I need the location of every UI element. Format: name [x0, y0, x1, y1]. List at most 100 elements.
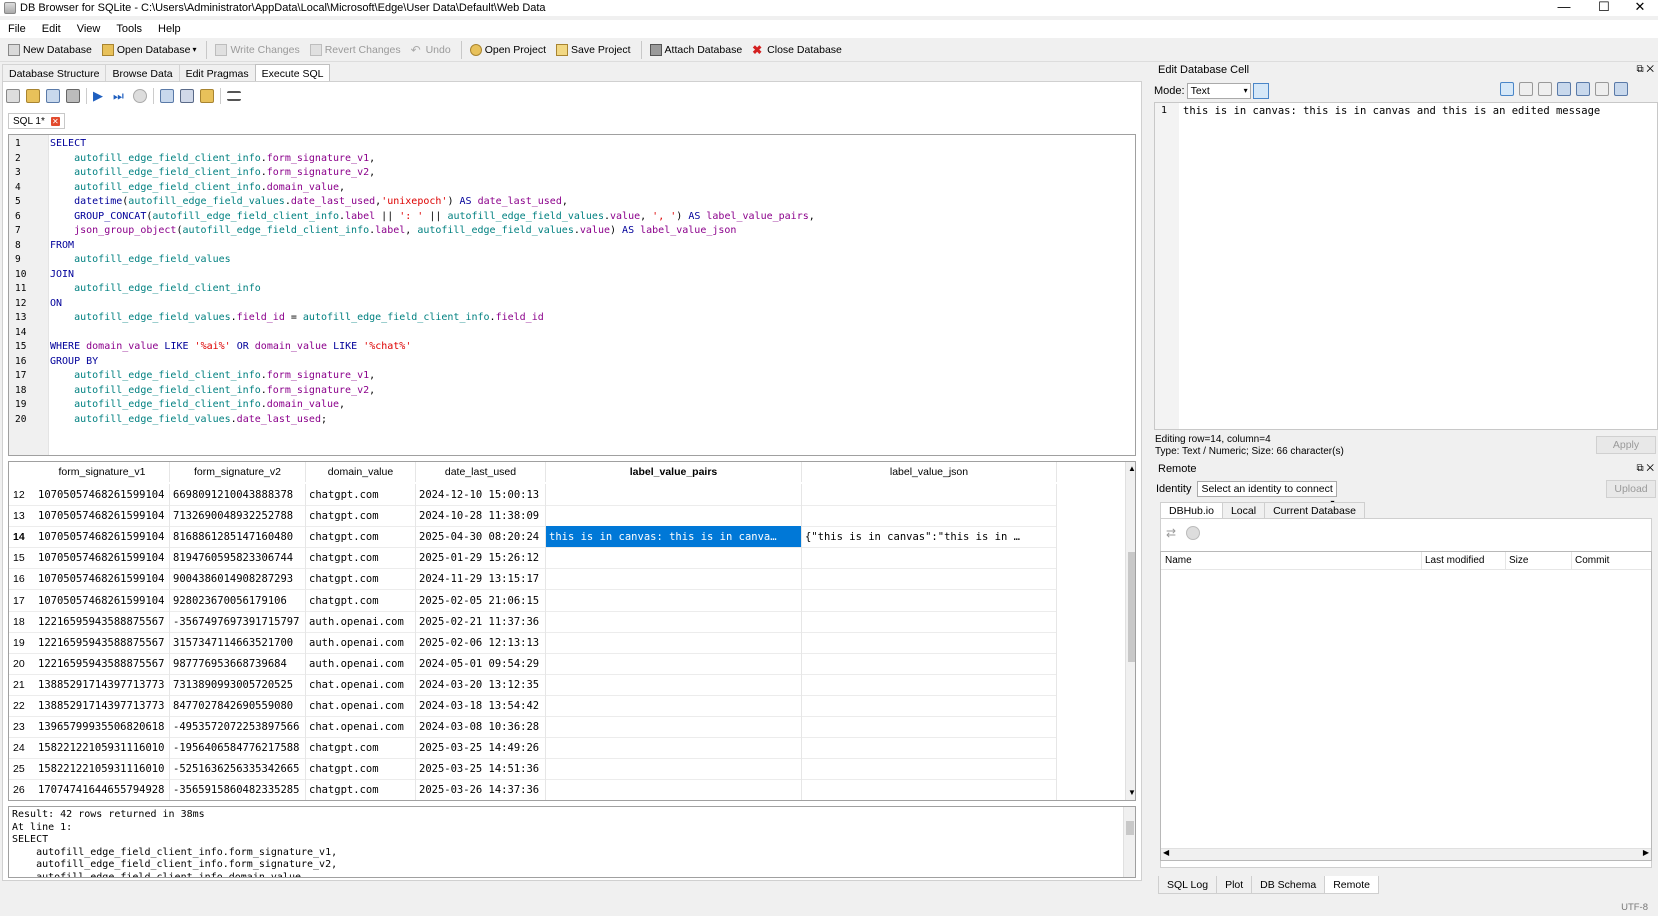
- tab-edit-pragmas[interactable]: Edit Pragmas: [178, 64, 256, 82]
- execution-message-pane[interactable]: Result: 42 rows returned in 38ms At line …: [8, 806, 1136, 878]
- table-cell[interactable]: 2024-05-01 09:54:29: [416, 652, 546, 675]
- table-row[interactable]: 21 13885291714397713773 731389099300572052…: [9, 673, 1119, 696]
- open-database-button[interactable]: Open Database ▾: [101, 43, 196, 56]
- table-cell[interactable]: [546, 673, 802, 696]
- column-header[interactable]: Size: [1505, 552, 1528, 570]
- open-tab-icon[interactable]: [6, 89, 20, 103]
- row-number[interactable]: 13: [9, 505, 35, 528]
- tab-browse-data[interactable]: Browse Data: [105, 64, 180, 82]
- table-cell[interactable]: 987776953668739684: [170, 652, 306, 675]
- close-tab-icon[interactable]: ✕: [50, 116, 60, 126]
- find-replace-icon[interactable]: [200, 89, 214, 103]
- table-cell[interactable]: 2024-10-28 11:38:09: [416, 505, 546, 528]
- column-header[interactable]: Name: [1165, 552, 1192, 570]
- maximize-button[interactable]: ☐: [1584, 0, 1624, 14]
- tab-local[interactable]: Local: [1221, 502, 1266, 518]
- table-cell[interactable]: {"this is in canvas":"this is in …: [802, 526, 1057, 549]
- table-cell[interactable]: 15822122105931116010: [35, 737, 170, 760]
- find-icon[interactable]: [180, 89, 194, 103]
- table-cell[interactable]: [546, 631, 802, 654]
- row-number[interactable]: 15: [9, 547, 35, 570]
- table-cell[interactable]: [802, 673, 1057, 696]
- menu-help[interactable]: Help: [150, 23, 189, 35]
- table-cell[interactable]: [546, 547, 802, 570]
- results-grid[interactable]: form_signature_v1 form_signature_v2 doma…: [8, 461, 1136, 801]
- row-number[interactable]: 18: [9, 611, 35, 633]
- table-cell[interactable]: 2024-11-29 13:15:17: [416, 568, 546, 591]
- table-cell[interactable]: 9004386014908287293: [170, 568, 306, 591]
- row-number[interactable]: 23: [9, 716, 35, 739]
- import-icon[interactable]: [1538, 82, 1552, 96]
- clone-icon[interactable]: [1186, 526, 1200, 540]
- sql-editor-tab[interactable]: SQL 1* ✕: [8, 113, 65, 129]
- results-scrollbar[interactable]: ▲ ▼: [1125, 462, 1135, 800]
- table-cell[interactable]: [802, 610, 1057, 633]
- table-row[interactable]: 26 17074741644655794928 -35659158604823352…: [9, 779, 1119, 800]
- table-cell[interactable]: [546, 716, 802, 739]
- table-row[interactable]: 16 10705057468261599104 900438601490828729…: [9, 568, 1119, 591]
- sql-editor[interactable]: 1 SELECT 2 autofill_edge_field_client_info…: [8, 134, 1136, 456]
- open-external-icon[interactable]: [1595, 82, 1609, 96]
- table-cell[interactable]: this is in canvas: this is in canva…: [546, 526, 802, 549]
- set-null-icon[interactable]: [1576, 82, 1590, 96]
- tab-plot[interactable]: Plot: [1216, 876, 1253, 894]
- table-cell[interactable]: 10705057468261599104: [35, 526, 170, 549]
- table-row[interactable]: 14 10705057468261599104 816886128514716048…: [9, 526, 1119, 549]
- menu-edit[interactable]: Edit: [34, 23, 69, 35]
- row-number[interactable]: 14: [9, 526, 35, 549]
- table-cell[interactable]: 2024-12-10 15:00:13: [416, 484, 546, 506]
- table-cell[interactable]: 2024-03-08 10:36:28: [416, 716, 546, 739]
- menu-view[interactable]: View: [69, 23, 109, 35]
- table-cell[interactable]: [802, 484, 1057, 506]
- table-cell[interactable]: chatgpt.com: [306, 484, 416, 506]
- tab-dbhub[interactable]: DBHub.io: [1160, 502, 1223, 518]
- table-cell[interactable]: -4953572072253897566: [170, 716, 306, 739]
- table-cell[interactable]: 8168861285147160480: [170, 526, 306, 549]
- mode-select[interactable]: Text ▾: [1186, 83, 1251, 99]
- column-header[interactable]: label_value_pairs: [546, 462, 802, 482]
- close-window-button[interactable]: ✕: [1620, 0, 1658, 14]
- table-cell[interactable]: -1956406584776217588: [170, 737, 306, 760]
- table-cell[interactable]: chat.openai.com: [306, 673, 416, 696]
- tab-execute-sql[interactable]: Execute SQL: [254, 64, 331, 82]
- table-cell[interactable]: [546, 695, 802, 717]
- table-cell[interactable]: chat.openai.com: [306, 716, 416, 739]
- column-header[interactable]: date_last_used: [416, 462, 546, 482]
- apply-button[interactable]: Apply: [1596, 436, 1656, 454]
- column-header[interactable]: form_signature_v1: [35, 462, 170, 482]
- word-wrap-icon[interactable]: [1500, 82, 1514, 96]
- table-cell[interactable]: [546, 610, 802, 633]
- undock-icon[interactable]: ⧉ ✕: [1636, 62, 1654, 78]
- print-cell-icon[interactable]: [1614, 82, 1628, 96]
- table-row[interactable]: 20 12216595943588875567 987776953668739684…: [9, 652, 1119, 675]
- table-row[interactable]: 24 15822122105931116010 -19564065847762175…: [9, 737, 1119, 760]
- table-cell[interactable]: [546, 568, 802, 591]
- stop-execution-icon[interactable]: [133, 89, 147, 103]
- table-cell[interactable]: 2025-02-06 12:13:13: [416, 631, 546, 654]
- new-database-button[interactable]: New Database: [8, 43, 92, 56]
- message-scrollbar[interactable]: [1123, 807, 1135, 877]
- table-cell[interactable]: 8477027842690559080: [170, 695, 306, 717]
- menu-tools[interactable]: Tools: [108, 23, 150, 35]
- table-cell[interactable]: 3157347114663521700: [170, 631, 306, 654]
- table-cell[interactable]: [546, 737, 802, 760]
- table-cell[interactable]: 928023670056179106: [170, 589, 306, 612]
- table-row[interactable]: 12 10705057468261599104 669809121004388837…: [9, 484, 1119, 506]
- close-database-button[interactable]: ✖ Close Database: [752, 44, 842, 56]
- table-cell[interactable]: 2025-03-25 14:49:26: [416, 737, 546, 760]
- auto-switch-mode-icon[interactable]: [1252, 83, 1269, 99]
- write-changes-button[interactable]: Write Changes: [215, 43, 300, 56]
- table-cell[interactable]: chatgpt.com: [306, 568, 416, 591]
- table-cell[interactable]: [802, 737, 1057, 760]
- tab-db-schema[interactable]: DB Schema: [1251, 876, 1326, 894]
- column-header[interactable]: form_signature_v2: [170, 462, 306, 482]
- menu-file[interactable]: File: [0, 23, 34, 35]
- table-cell[interactable]: auth.openai.com: [306, 652, 416, 675]
- table-cell[interactable]: 10705057468261599104: [35, 505, 170, 528]
- table-cell[interactable]: [546, 589, 802, 612]
- table-cell[interactable]: 6698091210043888378: [170, 484, 306, 506]
- table-row[interactable]: 15 10705057468261599104 819476059582330674…: [9, 547, 1119, 570]
- table-cell[interactable]: [802, 631, 1057, 654]
- execute-current-line-icon[interactable]: ⏭: [113, 89, 127, 103]
- table-cell[interactable]: -3567497697391715797: [170, 610, 306, 633]
